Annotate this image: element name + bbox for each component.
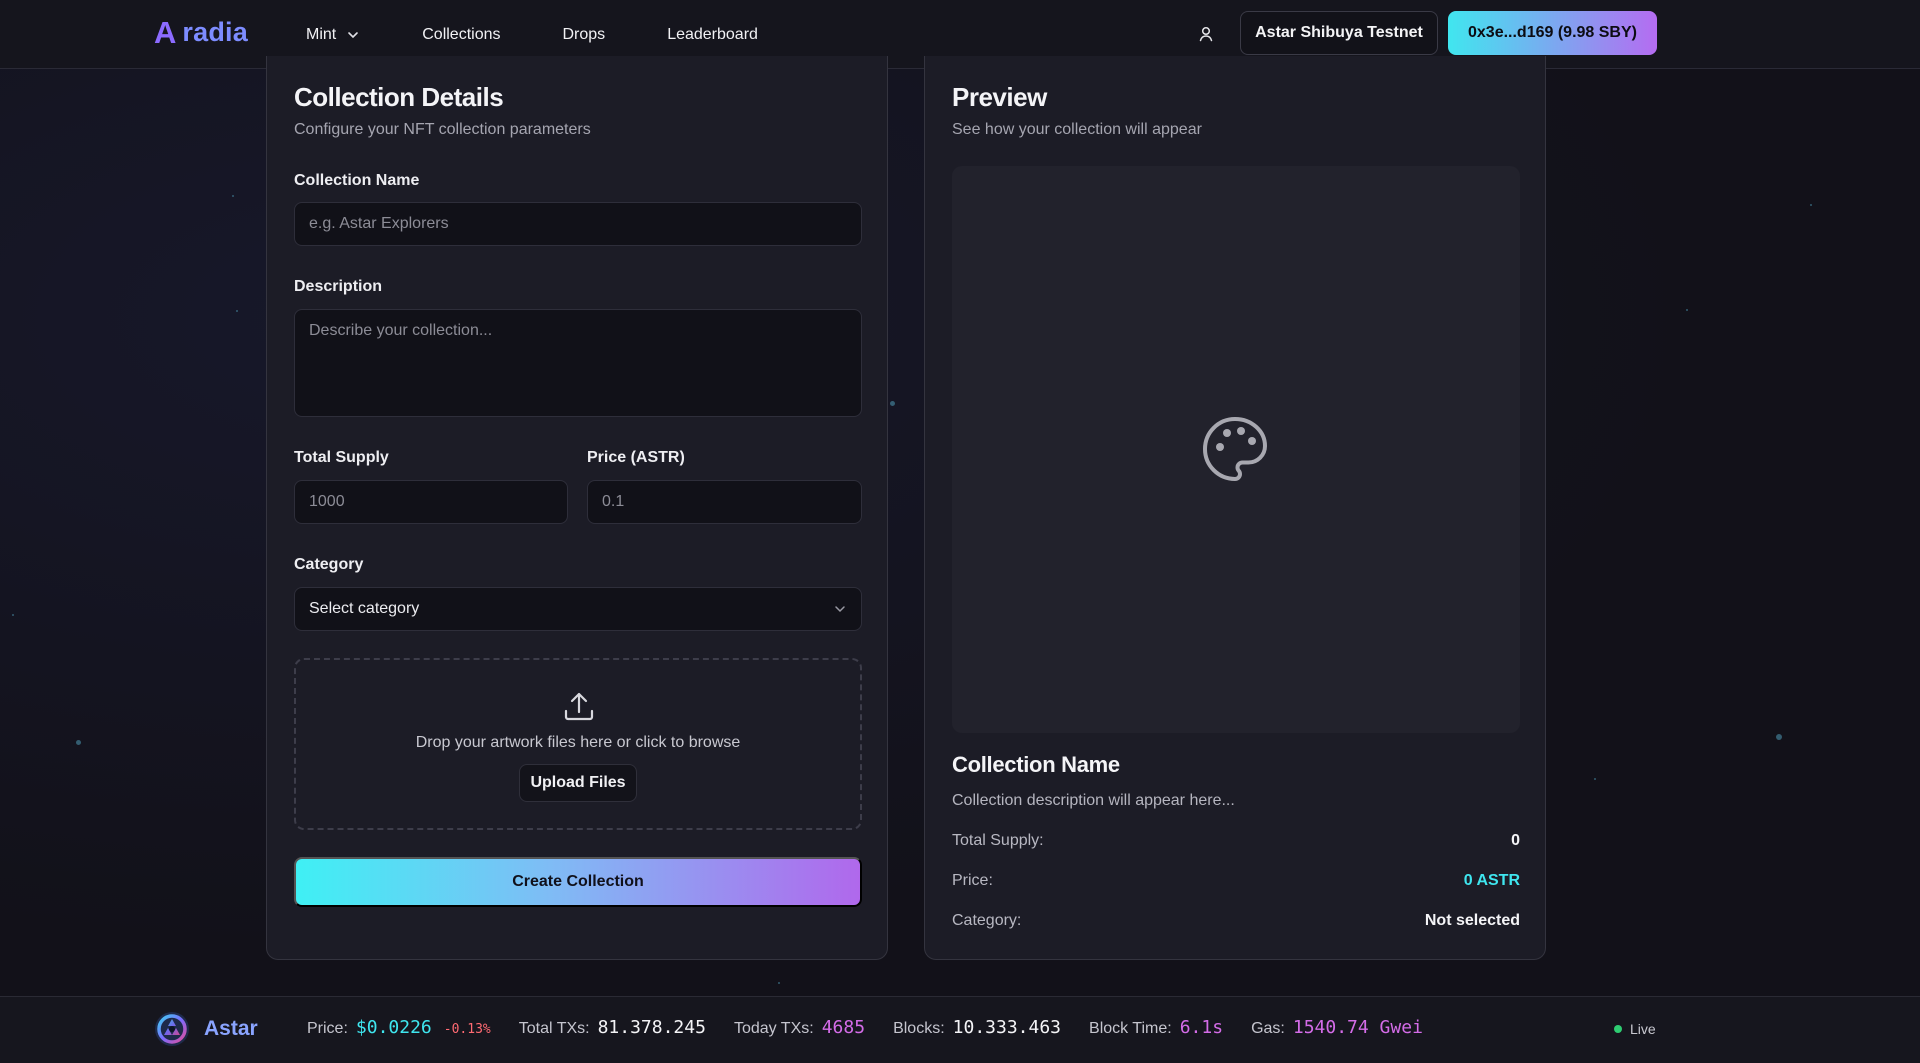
preview-collection-description: Collection description will appear here.…: [952, 792, 1235, 809]
network-button[interactable]: Astar Shibuya Testnet: [1240, 11, 1438, 55]
total-supply-label: Total Supply: [294, 449, 389, 466]
price-label: Price (ASTR): [587, 449, 685, 466]
logo-text: radia: [182, 17, 248, 47]
wallet-button[interactable]: 0x3e...d169 (9.98 SBY): [1448, 11, 1657, 55]
user-icon[interactable]: [1196, 24, 1216, 44]
logo-mark: A: [154, 15, 177, 50]
nav-drops-label: Drops: [562, 25, 606, 43]
stat-label: Total Supply:: [952, 832, 1044, 849]
nav-collections[interactable]: Collections: [422, 26, 500, 44]
preview-title: Preview: [952, 82, 1047, 112]
gas-label: Gas:: [1251, 1020, 1285, 1037]
create-collection-button[interactable]: Create Collection: [294, 857, 862, 907]
upload-icon: [564, 692, 594, 721]
block-time-value: 6.1s: [1179, 1017, 1224, 1038]
live-dot: [1614, 1025, 1622, 1033]
stat-value: 0: [1511, 832, 1520, 849]
nav-collections-label: Collections: [422, 25, 501, 43]
gas-value: 1540.74 Gwei: [1292, 1017, 1423, 1038]
astar-logo-icon: [155, 1012, 189, 1046]
today-tx-label: Today TXs:: [733, 1020, 814, 1037]
stat-value: 0 ASTR: [1463, 872, 1520, 889]
chain-name: Astar: [204, 1017, 258, 1040]
palette-icon: [1203, 417, 1267, 481]
stat-value: Not selected: [1424, 912, 1520, 929]
preview-image-placeholder: [952, 166, 1520, 733]
collection-name-input[interactable]: e.g. Astar Explorers: [294, 202, 862, 246]
nav-drops[interactable]: Drops: [563, 26, 606, 44]
dropzone-text: Drop your artwork files here or click to…: [415, 734, 741, 751]
block-time-label: Block Time:: [1089, 1020, 1172, 1037]
blocks-label: Blocks:: [893, 1020, 945, 1037]
price-change: -0.13%: [443, 1022, 491, 1037]
live-indicator: Live: [1614, 1021, 1656, 1037]
preview-subtitle: See how your collection will appear: [952, 121, 1202, 138]
preview-stat-supply: Total Supply: 0: [952, 832, 1520, 850]
upload-files-button[interactable]: Upload Files: [519, 764, 637, 802]
preview-collection-name: Collection Name: [952, 752, 1120, 777]
price-label: Price:: [307, 1020, 348, 1037]
today-tx-value: 4685: [821, 1017, 866, 1038]
price-value: $0.0226: [355, 1017, 432, 1038]
price-input[interactable]: 0.1: [587, 480, 862, 524]
category-label: Category: [294, 556, 364, 573]
network-stats-ticker: Astar Price: $0.0226 -0.13% Total TXs: 8…: [0, 996, 1920, 1063]
nav-mint-label: Mint: [306, 25, 337, 43]
total-supply-input[interactable]: 1000: [294, 480, 568, 524]
stat-label: Category:: [952, 912, 1022, 929]
preview-stat-category: Category: Not selected: [952, 912, 1520, 930]
nav-mint[interactable]: Mint: [306, 26, 360, 44]
artwork-dropzone[interactable]: Drop your artwork files here or click to…: [294, 658, 862, 830]
category-select-value: Select category: [309, 600, 420, 617]
category-select[interactable]: Select category: [294, 587, 862, 631]
total-tx-label: Total TXs:: [518, 1020, 590, 1037]
chevron-down-icon: [348, 31, 359, 38]
preview-stat-price: Price: 0 ASTR: [952, 872, 1520, 890]
nav-leaderboard[interactable]: Leaderboard: [667, 26, 758, 44]
nav-leaderboard-label: Leaderboard: [667, 25, 758, 43]
blocks-value: 10.333.463: [952, 1017, 1062, 1038]
form-subtitle: Configure your NFT collection parameters: [294, 121, 591, 138]
radia-logo[interactable]: A radia: [154, 17, 248, 48]
form-title: Collection Details: [294, 82, 504, 112]
description-label: Description: [294, 278, 383, 295]
collection-details-card: Collection Details Configure your NFT co…: [266, 56, 888, 960]
description-textarea[interactable]: Describe your collection...: [294, 309, 862, 417]
stat-label: Price:: [952, 872, 993, 889]
preview-card: Preview See how your collection will app…: [924, 56, 1546, 960]
collection-name-label: Collection Name: [294, 172, 420, 189]
ticker-values: Price: $0.0226 -0.13% Total TXs: 81.378.…: [307, 1017, 1451, 1038]
live-label: Live: [1630, 1021, 1656, 1037]
chevron-down-icon: [835, 606, 845, 613]
total-tx-value: 81.378.245: [597, 1017, 706, 1038]
